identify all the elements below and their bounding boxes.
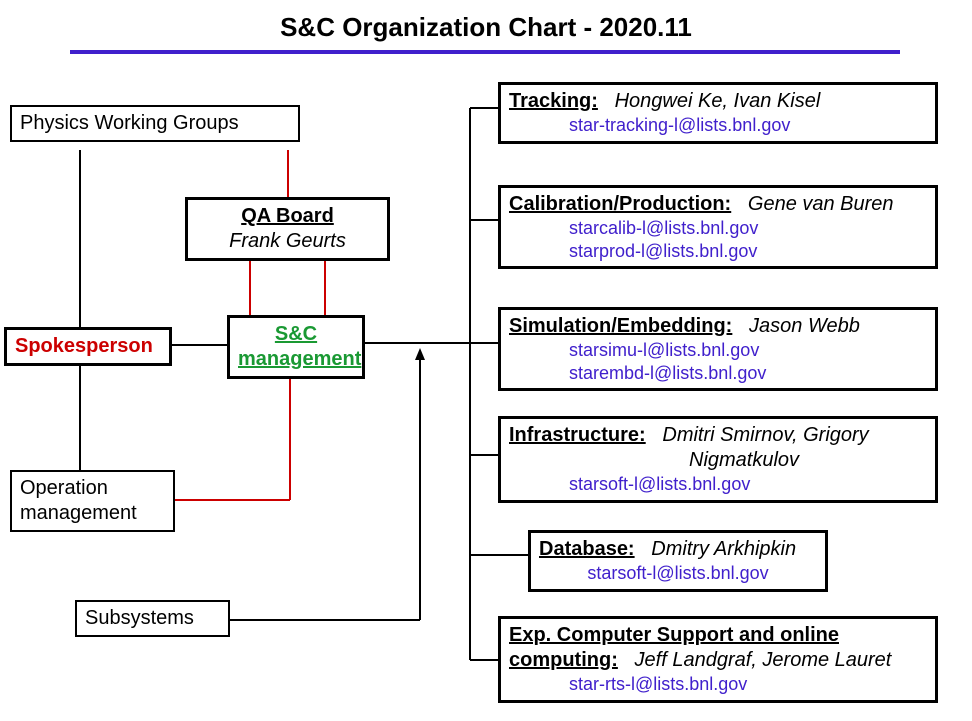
infra-title: Infrastructure:: [509, 424, 646, 446]
qa-board-person: Frank Geurts: [229, 230, 346, 252]
node-op-mgmt: Operation management: [10, 470, 175, 532]
sim-people: Jason Webb: [749, 315, 860, 337]
node-qa-board: QA Board Frank Geurts: [185, 197, 390, 261]
sim-email-1: starembd-l@lists.bnl.gov: [509, 362, 927, 385]
calib-title: Calibration/Production:: [509, 193, 731, 215]
area-infra: Infrastructure: Dmitri Smirnov, Grigory …: [498, 416, 938, 503]
area-sim: Simulation/Embedding: Jason Webb starsim…: [498, 307, 938, 391]
infra-people: Dmitri Smirnov, Grigory: [662, 424, 868, 446]
node-spokesperson: Spokesperson: [4, 327, 172, 366]
spokesperson-label: Spokesperson: [15, 335, 153, 357]
op-mgmt-l2: management: [20, 502, 137, 524]
sim-title: Simulation/Embedding:: [509, 315, 732, 337]
tracking-title: Tracking:: [509, 90, 598, 112]
calib-email-1: starprod-l@lists.bnl.gov: [509, 240, 927, 263]
calib-email-0: starcalib-l@lists.bnl.gov: [509, 217, 927, 240]
db-people: Dmitry Arkhipkin: [651, 538, 796, 560]
calib-people: Gene van Buren: [748, 193, 894, 215]
ecs-title: Exp. Computer Support and online: [509, 624, 839, 646]
tracking-people: Hongwei Ke, Ivan Kisel: [615, 90, 821, 112]
area-tracking: Tracking: Hongwei Ke, Ivan Kisel star-tr…: [498, 82, 938, 144]
ecs-email-0: star-rts-l@lists.bnl.gov: [509, 673, 927, 696]
db-email-0: starsoft-l@lists.bnl.gov: [539, 562, 817, 585]
area-db: Database: Dmitry Arkhipkin starsoft-l@li…: [528, 530, 828, 592]
node-sc-mgmt: S&C management: [227, 315, 365, 379]
node-subsystems: Subsystems: [75, 600, 230, 637]
tracking-email-0: star-tracking-l@lists.bnl.gov: [509, 114, 927, 137]
node-pwg: Physics Working Groups: [10, 105, 300, 142]
sim-email-0: starsimu-l@lists.bnl.gov: [509, 339, 927, 362]
ecs-title2: computing:: [509, 649, 618, 671]
sc-mgmt-title2: management: [238, 348, 361, 370]
area-calib: Calibration/Production: Gene van Buren s…: [498, 185, 938, 269]
sc-mgmt-title: S&C: [275, 323, 317, 345]
infra-people2: Nigmatkulov: [509, 449, 799, 471]
page-title: S&C Organization Chart - 2020.11: [0, 12, 972, 43]
area-ecs: Exp. Computer Support and online computi…: [498, 616, 938, 703]
title-underline: [70, 50, 900, 54]
subsystems-label: Subsystems: [85, 607, 194, 629]
ecs-people: Jeff Landgraf, Jerome Lauret: [635, 649, 892, 671]
op-mgmt-l1: Operation: [20, 477, 108, 499]
infra-email-0: starsoft-l@lists.bnl.gov: [509, 473, 927, 496]
pwg-label: Physics Working Groups: [20, 112, 239, 134]
qa-board-title: QA Board: [241, 205, 334, 227]
db-title: Database:: [539, 538, 635, 560]
